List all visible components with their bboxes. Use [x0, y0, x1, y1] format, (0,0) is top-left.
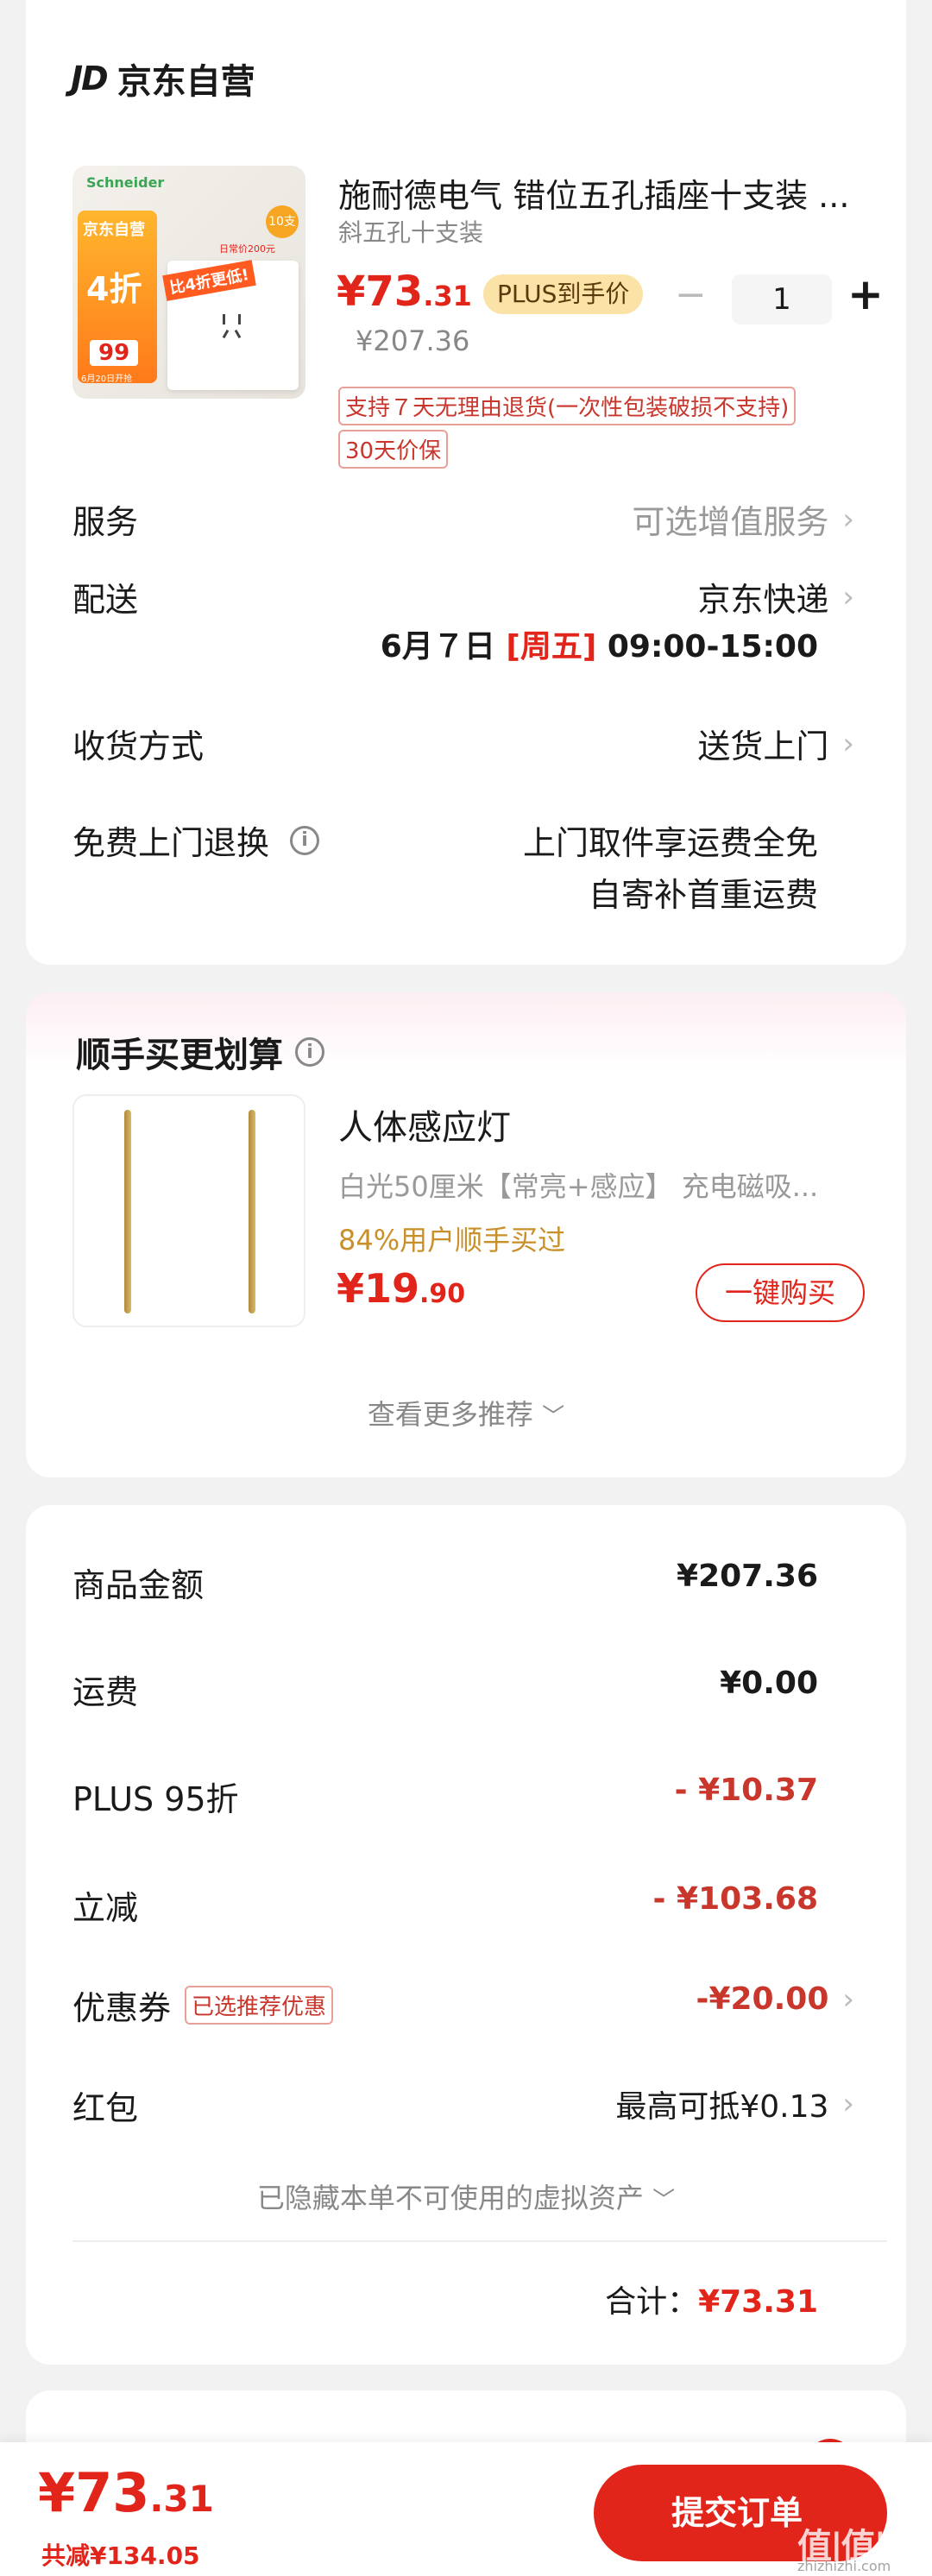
recommend-price: ¥19.90 [337, 1265, 465, 1312]
brand-logo: Schneider [86, 174, 165, 191]
summary-label-shipping: 运费 [72, 1673, 139, 1711]
info-icon[interactable]: i [295, 1037, 324, 1067]
chevron-right-icon: › [842, 1981, 854, 2017]
promo-banner: 京东自营 [83, 221, 145, 239]
delivery-time: 6月７日 [周五] 09:00-15:00 [381, 621, 818, 666]
recommend-item-spec: 白光50厘米【常亮+感应】 充电磁吸... [338, 1170, 819, 1203]
recommend-social-proof: 84%用户顺手买过 [338, 1224, 566, 1257]
price-decimal: .31 [149, 2478, 214, 2520]
recommend-title: 顺手买更划算 [76, 1036, 283, 1075]
price-protect-tag: 30天价保 [338, 430, 449, 469]
store-header[interactable]: JD 京东自营 [71, 54, 255, 104]
recommend-thumbnail[interactable] [72, 1094, 305, 1327]
order-card: JD 京东自营 Schneider 10支 京东自营 4折 99 6月20日开抢… [26, 0, 906, 965]
socket-plate: 比4折更低! 日常价200元 [162, 243, 299, 390]
info-icon[interactable]: i [290, 825, 320, 855]
delivery-weekday: [周五] [506, 629, 597, 664]
receive-value: 送货上门 [697, 727, 829, 765]
price-decimal: .31 [423, 280, 472, 312]
summary-value-instant: - ¥103.68 [652, 1881, 818, 1917]
summary-divider [72, 2240, 887, 2242]
summary-value-goods: ¥207.36 [677, 1559, 818, 1594]
promo-box: 京东自营 4折 99 6月20日开抢 [78, 211, 157, 384]
service-label: 服务 [72, 503, 139, 541]
chevron-right-icon: › [842, 726, 854, 761]
product-price: ¥73.31 [337, 268, 472, 316]
free-return-line2: 自寄补首重运费 [588, 876, 818, 914]
quantity-plus-button[interactable]: + [847, 269, 884, 319]
summary-value-coupon: -¥20.00 [696, 1981, 829, 2017]
delivery-label: 配送 [72, 581, 139, 619]
summary-value-shipping: ¥0.00 [720, 1666, 818, 1701]
chevron-right-icon: › [842, 2087, 854, 2121]
free-return-line1: 上门取件享运费全免 [522, 824, 818, 862]
service-row[interactable]: 可选增值服务 › [632, 495, 854, 543]
more-recommend-label: 查看更多推荐 [367, 1398, 533, 1431]
recommend-item-title[interactable]: 人体感应灯 [338, 1099, 511, 1149]
summary-label-redpacket: 红包 [72, 2089, 139, 2127]
light-bar-right [249, 1110, 255, 1313]
chevron-right-icon: › [842, 579, 854, 614]
product-thumbnail[interactable]: Schneider 10支 京东自营 4折 99 6月20日开抢 比4折更低! … [72, 166, 305, 399]
quantity-minus-button[interactable]: − [675, 273, 707, 317]
recommend-card: 顺手买更划算 i 人体感应灯 白光50厘米【常亮+感应】 充电磁吸... 84%… [26, 992, 906, 1477]
price-integer: ¥73 [38, 2461, 150, 2524]
product-title[interactable]: 施耐德电气 错位五孔插座十支装 ... [338, 169, 873, 217]
hidden-assets-toggle[interactable]: 已隐藏本单不可使用的虚拟资产 ﹀ [26, 2176, 906, 2216]
promo-sub: 日常价200元 [219, 243, 275, 255]
total-label: 合计： [605, 2284, 699, 2320]
summary-value-plus: - ¥10.37 [674, 1773, 818, 1808]
receive-row[interactable]: 送货上门 › [697, 720, 854, 767]
redpacket-row[interactable]: 最高可抵¥0.13 › [615, 2082, 854, 2126]
more-recommend-link[interactable]: 查看更多推荐 ﹀ [26, 1393, 906, 1433]
hidden-assets-label: 已隐藏本单不可使用的虚拟资产 [256, 2182, 644, 2214]
price-decimal: .90 [419, 1279, 466, 1309]
delivery-row[interactable]: 京东快递 › [697, 573, 854, 620]
promo-tilted: 比4折更低! [162, 260, 256, 301]
summary-label-coupon: 优惠券 [72, 1989, 172, 2027]
store-name: 京东自营 [116, 62, 255, 102]
summary-card: 商品金额 ¥207.36 运费 ¥0.00 PLUS 95折 - ¥10.37 … [26, 1505, 906, 2365]
socket-holes [219, 314, 245, 340]
original-price: ¥207.36 [356, 324, 470, 357]
quantity-input[interactable]: 1 [732, 274, 832, 324]
summary-label-goods: 商品金额 [72, 1566, 205, 1604]
promo-discount: 4折 [86, 270, 142, 308]
one-click-buy-button[interactable]: 一键购买 [696, 1263, 865, 1322]
count-badge: 10支 [266, 205, 299, 238]
chevron-down-icon: ﹀ [652, 2188, 676, 2214]
summary-label-plus: PLUS 95折 [72, 1780, 239, 1818]
watermark-url: zhizhizhi.com [797, 2558, 891, 2574]
product-spec[interactable]: 斜五孔十支装 [338, 214, 483, 249]
delivery-window: 09:00-15:00 [607, 629, 818, 664]
delivery-date: 6月７日 [380, 629, 495, 664]
chevron-down-icon: ﹀ [542, 1404, 565, 1430]
recommend-header: 顺手买更划算 i [76, 1027, 324, 1077]
footer-price: ¥73.31 [38, 2461, 214, 2524]
return-policy-tag: 支持７天无理由退货(一次性包装破损不支持) [338, 387, 797, 425]
plus-price-badge: PLUS到手价 [483, 274, 644, 314]
light-bar-left [124, 1110, 131, 1313]
total-value: ¥73.31 [698, 2284, 818, 2320]
chevron-right-icon: › [842, 501, 854, 537]
price-integer: ¥73 [337, 268, 424, 316]
promo-date: 6月20日开抢 [81, 375, 133, 384]
free-return-label: 免费上门退换 [72, 824, 270, 862]
receive-label: 收货方式 [72, 727, 205, 765]
checkout-bar: ¥73.31 共减¥134.05 提交订单 值|值|值 zhizhizhi.co… [0, 2442, 932, 2576]
free-return-label-group: 免费上门退换 i [72, 816, 320, 864]
coupon-row[interactable]: -¥20.00 › [696, 1981, 854, 2017]
summary-total: 合计：¥73.31 [605, 2277, 818, 2321]
summary-value-redpacket: 最高可抵¥0.13 [615, 2089, 829, 2125]
promo-price: 99 [90, 340, 139, 366]
coupon-row-label: 优惠券 已选推荐优惠 [72, 1981, 334, 2029]
footer-saved: 共减¥134.05 [41, 2541, 200, 2570]
summary-label-instant: 立减 [72, 1889, 139, 1927]
delivery-value: 京东快递 [697, 581, 829, 619]
service-value: 可选增值服务 [632, 503, 829, 541]
price-integer: ¥19 [337, 1265, 420, 1312]
coupon-recommended-tag: 已选推荐优惠 [185, 1986, 334, 2025]
jd-logo: JD [71, 60, 109, 98]
